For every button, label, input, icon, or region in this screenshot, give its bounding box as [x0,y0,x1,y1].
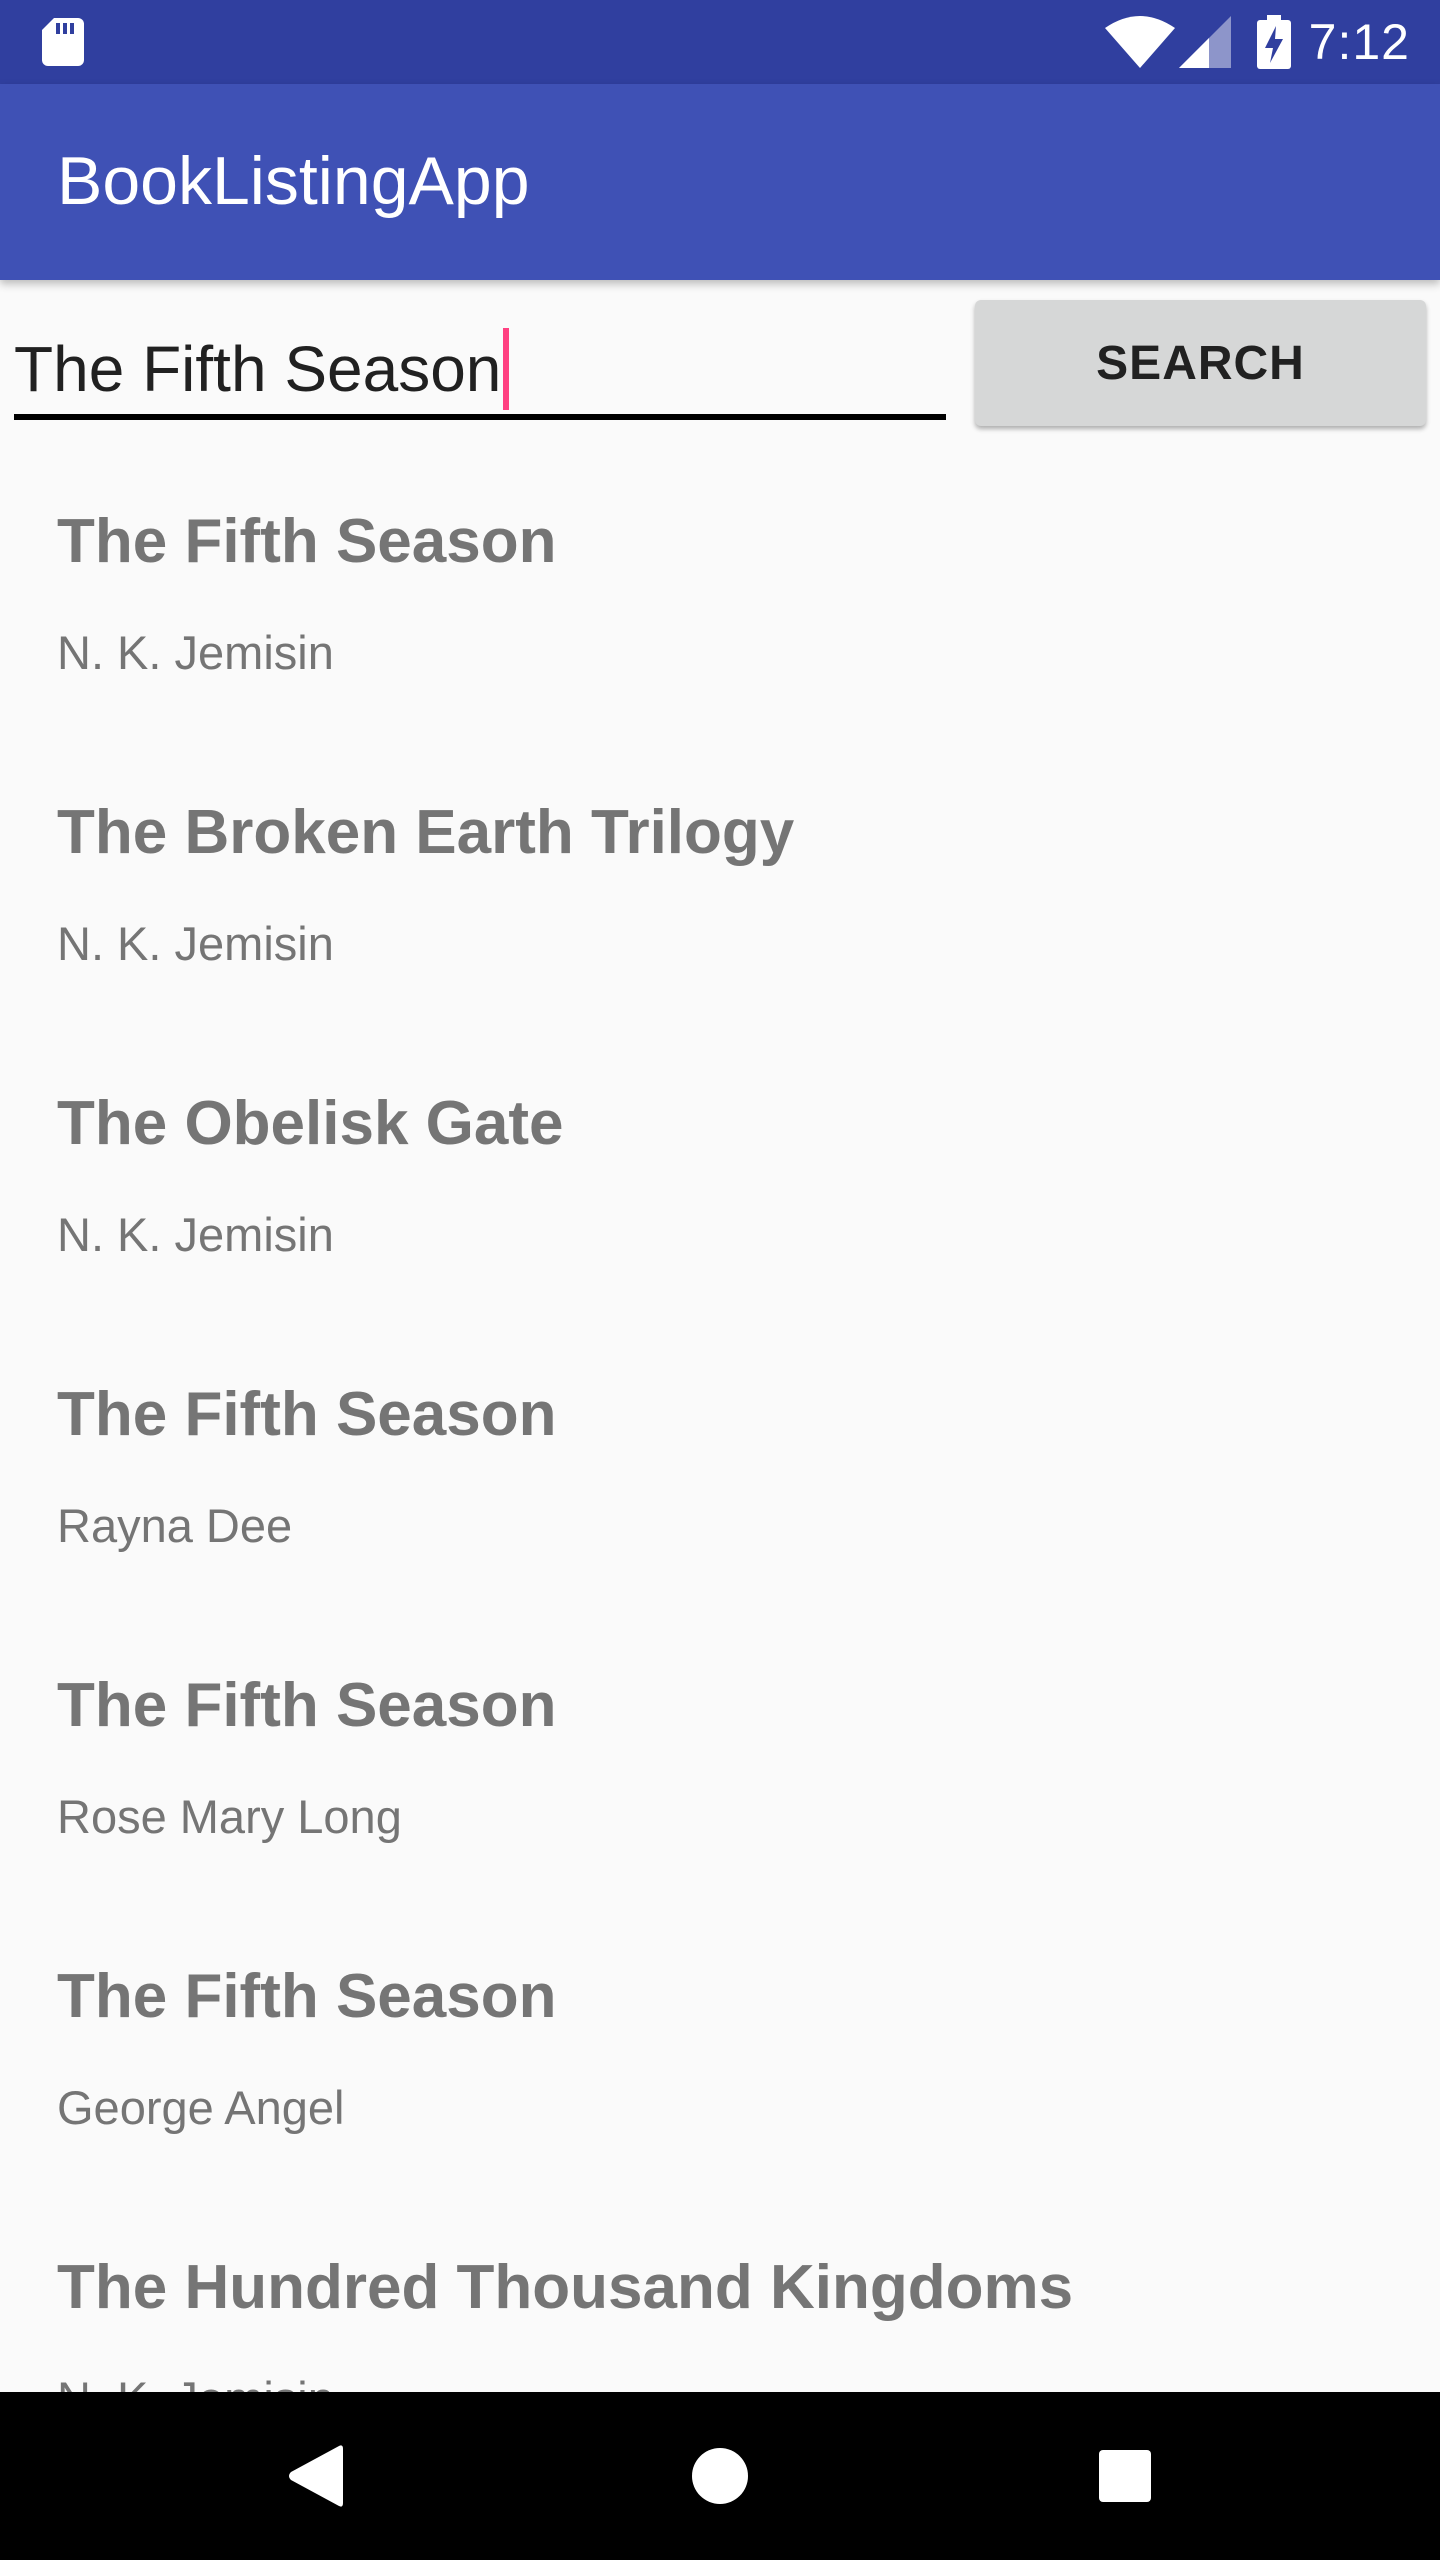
book-list-item[interactable]: The Fifth Season George Angel [0,1935,1440,2226]
book-author: Rose Mary Long [57,1790,402,1843]
back-icon [289,2445,343,2507]
book-author: N. K. Jemisin [57,626,334,679]
book-author: N. K. Jemisin [57,2371,334,2392]
book-list-item[interactable]: The Broken Earth Trilogy N. K. Jemisin [0,771,1440,1062]
book-title: The Fifth Season [57,507,557,576]
book-title: The Broken Earth Trilogy [57,798,795,867]
book-author: Rayna Dee [57,1499,293,1552]
book-list-item[interactable]: The Fifth Season Rayna Dee [0,1353,1440,1644]
search-button[interactable]: SEARCH [975,300,1426,426]
sd-card-icon [42,18,84,66]
app-title: BookListingApp [57,143,530,219]
wifi-icon [1104,16,1175,68]
text-cursor [503,328,510,410]
status-time: 7:12 [1308,14,1410,70]
home-icon [692,2448,748,2504]
signal-icon [1178,16,1231,68]
book-author: N. K. Jemisin [57,1208,334,1261]
book-list[interactable]: The Fifth Season N. K. Jemisin The Broke… [0,480,1440,2392]
recents-icon [1099,2450,1151,2502]
book-list-item[interactable]: The Fifth Season N. K. Jemisin [0,480,1440,771]
search-input-value: The Fifth Season [14,333,502,405]
book-list-item[interactable]: The Fifth Season Rose Mary Long [0,1644,1440,1935]
book-title: The Fifth Season [57,1962,557,2031]
app-bar: BookListingApp [0,84,1440,280]
back-button[interactable] [215,2392,415,2560]
search-input[interactable]: The Fifth Season [14,310,946,420]
book-title: The Fifth Season [57,1380,557,1449]
book-title: The Fifth Season [57,1671,557,1740]
book-list-item[interactable]: The Obelisk Gate N. K. Jemisin [0,1062,1440,1353]
book-list-item[interactable]: The Hundred Thousand Kingdoms N. K. Jemi… [0,2226,1440,2392]
recents-button[interactable] [1025,2392,1225,2560]
book-title: The Obelisk Gate [57,1089,564,1158]
battery-charging-icon [1256,15,1291,69]
navigation-bar [0,2392,1440,2560]
book-author: George Angel [57,2081,345,2134]
status-bar: 7:12 [0,0,1440,84]
book-author: N. K. Jemisin [57,917,334,970]
home-button[interactable] [620,2392,820,2560]
book-title: The Hundred Thousand Kingdoms [57,2253,1074,2322]
